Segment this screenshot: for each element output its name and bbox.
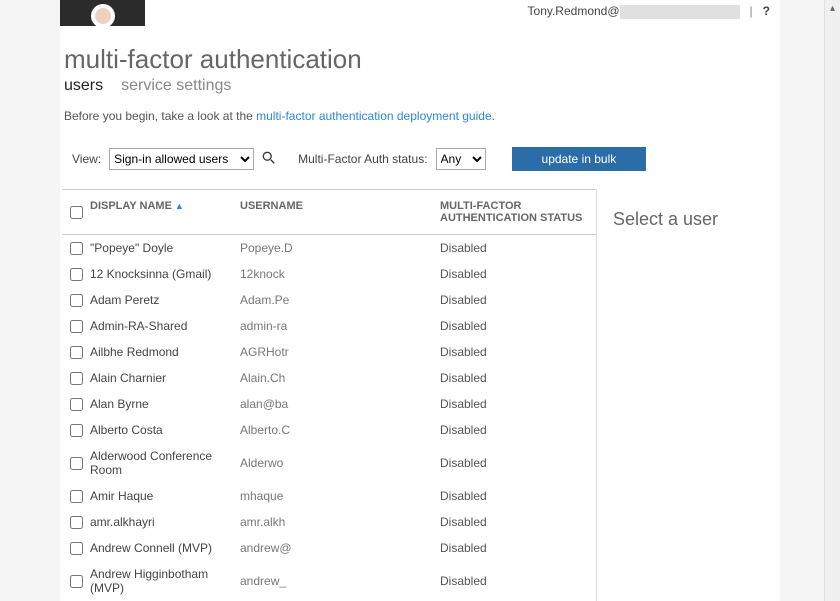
row-display-name: Ailbhe Redmond	[90, 345, 240, 359]
row-username: 12knock	[240, 267, 440, 281]
side-panel: Select a user	[597, 189, 780, 601]
intro-text: Before you begin, take a look at the mul…	[62, 109, 780, 147]
row-status: Disabled	[440, 515, 596, 529]
row-status: Disabled	[440, 423, 596, 437]
select-all-checkbox[interactable]	[70, 206, 83, 219]
row-username: mhaque	[240, 489, 440, 503]
table-row[interactable]: Ailbhe RedmondAGRHotrDisabled	[62, 339, 596, 365]
row-status: Disabled	[440, 293, 596, 307]
row-username: alan@ba	[240, 397, 440, 411]
status-label: Multi-Factor Auth status:	[298, 152, 427, 166]
row-display-name: Alberto Costa	[90, 423, 240, 437]
table-row[interactable]: Alderwood Conference RoomAlderwoDisabled	[62, 443, 596, 483]
row-display-name: Admin-RA-Shared	[90, 319, 240, 333]
row-username: AGRHotr	[240, 345, 440, 359]
row-display-name: 12 Knocksinna (Gmail)	[90, 267, 240, 281]
table-row[interactable]: 12 Knocksinna (Gmail)12knockDisabled	[62, 261, 596, 287]
table-row[interactable]: "Popeye" DoylePopeye.DDisabled	[62, 235, 596, 261]
row-checkbox[interactable]	[70, 346, 83, 359]
row-display-name: Adam Peretz	[90, 293, 240, 307]
row-checkbox[interactable]	[70, 575, 83, 588]
row-username: Alain.Ch	[240, 371, 440, 385]
row-status: Disabled	[440, 456, 596, 470]
account-email: Tony.Redmond@	[528, 4, 740, 19]
tab-users[interactable]: users	[64, 77, 103, 95]
row-checkbox[interactable]	[70, 320, 83, 333]
row-username: admin-ra	[240, 319, 440, 333]
divider: |	[750, 4, 753, 18]
row-username: andrew_	[240, 574, 440, 588]
view-label: View:	[72, 152, 101, 166]
row-checkbox[interactable]	[70, 372, 83, 385]
table-row[interactable]: Amir HaquemhaqueDisabled	[62, 483, 596, 509]
help-icon[interactable]: ?	[763, 4, 770, 18]
row-status: Disabled	[440, 345, 596, 359]
row-username: Adam.Pe	[240, 293, 440, 307]
row-checkbox[interactable]	[70, 268, 83, 281]
table-row[interactable]: Admin-RA-Sharedadmin-raDisabled	[62, 313, 596, 339]
row-display-name: Andrew Higginbotham (MVP)	[90, 567, 240, 595]
row-username: amr.alkh	[240, 515, 440, 529]
tab-service-settings[interactable]: service settings	[121, 77, 231, 95]
status-select[interactable]: Any	[436, 148, 486, 170]
row-username: Alderwo	[240, 456, 440, 470]
row-checkbox[interactable]	[70, 242, 83, 255]
tabs: users service settings	[62, 75, 780, 109]
users-table: DISPLAY NAME▲ USERNAME MULTI-FACTOR AUTH…	[62, 189, 597, 601]
side-panel-title: Select a user	[613, 209, 770, 230]
row-username: Alberto.C	[240, 423, 440, 437]
table-row[interactable]: Alain CharnierAlain.ChDisabled	[62, 365, 596, 391]
search-icon[interactable]	[262, 151, 276, 168]
row-checkbox[interactable]	[70, 294, 83, 307]
table-row[interactable]: Andrew Higginbotham (MVP)andrew_Disabled	[62, 561, 596, 601]
row-status: Disabled	[440, 371, 596, 385]
row-display-name: "Popeye" Doyle	[90, 241, 240, 255]
row-checkbox[interactable]	[70, 424, 83, 437]
row-status: Disabled	[440, 489, 596, 503]
row-display-name: amr.alkhayri	[90, 515, 240, 529]
row-status: Disabled	[440, 241, 596, 255]
scroll-up-icon[interactable]: ▴	[825, 0, 840, 16]
table-row[interactable]: Adam PeretzAdam.PeDisabled	[62, 287, 596, 313]
row-display-name: Alan Byrne	[90, 397, 240, 411]
column-display-name[interactable]: DISPLAY NAME▲	[90, 200, 240, 224]
row-checkbox[interactable]	[70, 490, 83, 503]
row-status: Disabled	[440, 397, 596, 411]
table-row[interactable]: amr.alkhayriamr.alkhDisabled	[62, 509, 596, 535]
sort-asc-icon: ▲	[175, 201, 184, 211]
table-row[interactable]: Alan Byrnealan@baDisabled	[62, 391, 596, 417]
row-checkbox[interactable]	[70, 457, 83, 470]
table-row[interactable]: Andrew Connell (MVP)andrew@Disabled	[62, 535, 596, 561]
row-checkbox[interactable]	[70, 398, 83, 411]
row-status: Disabled	[440, 574, 596, 588]
update-in-bulk-button[interactable]: update in bulk	[512, 147, 647, 171]
row-status: Disabled	[440, 267, 596, 281]
column-mfa-status[interactable]: MULTI-FACTOR AUTHENTICATION STATUS	[440, 200, 596, 224]
column-username[interactable]: USERNAME	[240, 200, 440, 224]
avatar[interactable]	[60, 0, 145, 26]
deployment-guide-link[interactable]: multi-factor authentication deployment g…	[256, 109, 491, 123]
table-row[interactable]: Alberto CostaAlberto.CDisabled	[62, 417, 596, 443]
row-status: Disabled	[440, 319, 596, 333]
scrollbar[interactable]: ▴	[824, 0, 840, 601]
row-display-name: Alain Charnier	[90, 371, 240, 385]
account-domain-redacted	[620, 5, 740, 19]
view-select[interactable]: Sign-in allowed users	[109, 148, 254, 170]
row-checkbox[interactable]	[70, 516, 83, 529]
row-username: Popeye.D	[240, 241, 440, 255]
page-title: multi-factor authentication	[62, 36, 780, 75]
row-display-name: Amir Haque	[90, 489, 240, 503]
row-display-name: Alderwood Conference Room	[90, 449, 240, 477]
